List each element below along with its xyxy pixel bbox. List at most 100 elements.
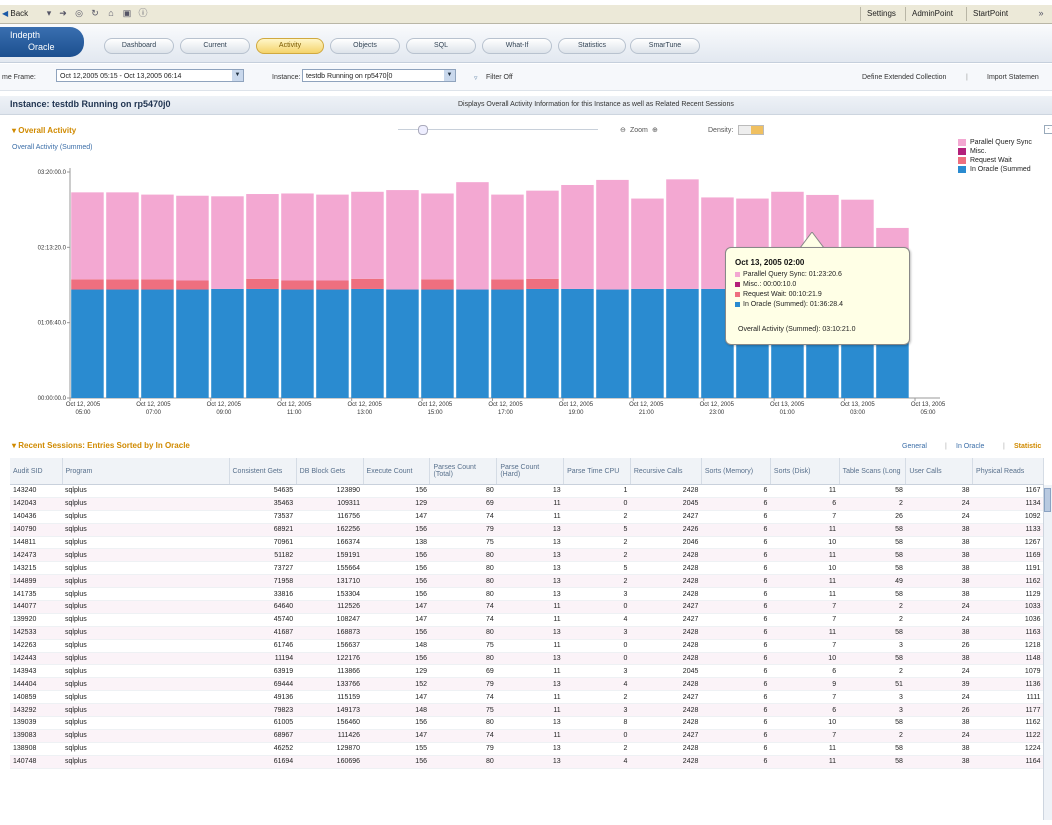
column-header[interactable]: Parse Time CPU: [563, 458, 631, 485]
x-tick-label: Oct 12, 2005 13:00: [347, 402, 382, 416]
table-row[interactable]: 143215 sqlplus 73727 155664 156 80 13 5 2428 6 10 5…: [10, 561, 1044, 576]
refresh-icon[interactable]: ↻: [90, 8, 100, 18]
main-navigation: Indepth Oracle Dashboard Current Activit…: [0, 24, 1052, 63]
admin-point-button[interactable]: AdminPoint: [905, 7, 959, 21]
column-header[interactable]: Table Scans (Long: [839, 458, 907, 485]
column-header[interactable]: Physical Reads: [972, 458, 1044, 485]
save-icon[interactable]: ▣: [122, 8, 132, 18]
bar-segment: [421, 289, 454, 398]
tab-sql[interactable]: SQL: [406, 38, 476, 54]
table-row[interactable]: 142443 sqlplus 11194 122176 156 80 13 0 2428 6 10 5…: [10, 652, 1044, 666]
table-cell: 1134: [972, 497, 1044, 511]
tab-activity[interactable]: Activity: [256, 38, 324, 54]
overall-activity-title[interactable]: ▾ Overall Activity: [12, 126, 76, 135]
table-cell: 2428: [630, 716, 702, 730]
view-general-link[interactable]: General: [902, 443, 927, 450]
table-cell: sqlplus: [62, 523, 229, 537]
forward-icon[interactable]: ➜: [58, 8, 68, 18]
table-row[interactable]: 144077 sqlplus 64640 112526 147 74 11 0 2427 6 7 2 2…: [10, 600, 1044, 614]
column-header[interactable]: Sorts (Memory): [701, 458, 771, 485]
column-header[interactable]: Audit SID: [10, 458, 63, 485]
more-icon[interactable]: »: [1036, 8, 1046, 18]
column-header[interactable]: User Calls: [905, 458, 974, 485]
table-row[interactable]: 139920 sqlplus 45740 108247 147 74 11 4 2427 6 7 2 2…: [10, 613, 1044, 627]
table-cell: 1169: [972, 548, 1044, 563]
table-cell: 58: [839, 536, 906, 550]
time-slider-handle[interactable]: [418, 125, 428, 135]
home-icon[interactable]: ⌂: [106, 8, 116, 18]
instance-select[interactable]: testdb Running on rp5470[0 ▼: [302, 69, 456, 82]
column-header[interactable]: DB Block Gets: [296, 458, 364, 485]
filter-icon[interactable]: ▿: [474, 74, 478, 82]
tab-smartune[interactable]: SmarTune: [630, 38, 700, 54]
table-row[interactable]: 140436 sqlplus 73537 116756 147 74 11 2 2427 6 7 26…: [10, 510, 1044, 524]
table-row[interactable]: 138908 sqlplus 46252 129870 155 79 13 2 2428 6 11 5…: [10, 742, 1044, 756]
help-icon[interactable]: ⓘ: [138, 8, 148, 18]
column-header[interactable]: Parse Count (Hard): [496, 458, 565, 485]
table-cell: 1122: [972, 729, 1044, 743]
table-cell: 2: [839, 613, 906, 627]
start-point-button[interactable]: StartPoint: [966, 7, 1014, 21]
tooltip-row-request-wait: Request Wait: 00:10:21.9: [735, 291, 822, 298]
view-statistics-link[interactable]: Statistic: [1014, 443, 1041, 450]
x-tick-label-date: Oct 12, 2005: [488, 402, 523, 408]
table-cell: 1136: [972, 677, 1044, 692]
table-cell: 144077: [10, 600, 63, 614]
table-cell: 6: [701, 729, 771, 743]
table-row[interactable]: 144811 sqlplus 70961 166374 138 75 13 2 2046 6 10 5…: [10, 536, 1044, 550]
table-cell: 138908: [10, 742, 63, 756]
table-cell: 129: [363, 664, 430, 679]
instance-label: Instance:: [272, 74, 301, 81]
table-row[interactable]: 142533 sqlplus 41687 168873 156 80 13 3 2428 6 11 5…: [10, 626, 1044, 640]
table-row[interactable]: 142263 sqlplus 61746 156637 148 75 11 0 2428 6 7 3 2…: [10, 639, 1044, 653]
column-header[interactable]: Consistent Gets: [229, 458, 297, 485]
density-slider[interactable]: [738, 125, 764, 135]
table-cell: 6: [701, 497, 771, 511]
table-row[interactable]: 144899 sqlplus 71958 131710 156 80 13 2 2428 6 11 4…: [10, 574, 1044, 589]
filter-toggle[interactable]: Filter Off: [486, 74, 513, 81]
table-row[interactable]: 143943 sqlplus 63919 113866 129 69 11 3 2045 6 6 2 2…: [10, 664, 1044, 679]
table-row[interactable]: 143292 sqlplus 79823 149173 148 75 11 3 2428 6 6 3 2…: [10, 703, 1044, 718]
import-statements-link[interactable]: Import Statemen: [987, 74, 1039, 81]
tab-dashboard[interactable]: Dashboard: [104, 38, 174, 54]
table-row[interactable]: 140790 sqlplus 68921 162256 156 79 13 5 2426 6 11 5…: [10, 523, 1044, 537]
tab-objects[interactable]: Objects: [330, 38, 400, 54]
table-cell: 1148: [972, 652, 1044, 666]
settings-button[interactable]: Settings: [860, 7, 902, 21]
table-row[interactable]: 143240 sqlplus 54635 123890 156 80 13 1 2428 6 11 5…: [10, 484, 1044, 498]
column-header[interactable]: Execute Count: [363, 458, 431, 485]
column-header[interactable]: Parses Count (Total): [429, 458, 498, 485]
table-row[interactable]: 141735 sqlplus 33816 153304 156 80 13 3 2428 6 11 5…: [10, 587, 1044, 602]
table-scrollbar[interactable]: [1043, 485, 1052, 820]
zoom-out-icon[interactable]: ⊖: [620, 126, 626, 134]
table-row[interactable]: 140748 sqlplus 61694 160696 156 80 13 4 2428 6 11 5…: [10, 755, 1044, 769]
column-header[interactable]: Program: [62, 458, 230, 485]
table-row[interactable]: 139039 sqlplus 61005 156460 156 80 13 8 2428 6 10 5…: [10, 716, 1044, 730]
tab-current[interactable]: Current: [180, 38, 250, 54]
tab-what-if[interactable]: What-If: [482, 38, 552, 54]
table-cell: 79: [429, 523, 497, 537]
table-cell: 11: [770, 742, 840, 756]
view-in-oracle-link[interactable]: In Oracle: [956, 443, 984, 450]
time-slider-track[interactable]: [398, 129, 598, 130]
zoom-in-icon[interactable]: ⊕: [652, 126, 658, 134]
table-row[interactable]: 144404 sqlplus 69444 133766 152 79 13 4 2428 6 9 51…: [10, 677, 1044, 692]
table-row[interactable]: 139083 sqlplus 68967 111426 147 74 11 0 2427 6 7 2 2…: [10, 729, 1044, 743]
table-row[interactable]: 142043 sqlplus 35463 109311 129 69 11 0 2045 6 6 2 2…: [10, 497, 1044, 511]
back-button[interactable]: ◀ Back: [2, 9, 28, 18]
table-scrollbar-thumb[interactable]: [1044, 488, 1051, 512]
table-cell: 45740: [229, 613, 297, 627]
stop-icon[interactable]: ◎: [74, 8, 84, 18]
time-frame-select[interactable]: Oct 12,2005 05:15 - Oct 13,2005 06:14 ▼: [56, 69, 244, 82]
table-cell: 1224: [972, 742, 1044, 756]
column-header[interactable]: Sorts (Disk): [770, 458, 840, 485]
collapse-icon[interactable]: -: [1044, 125, 1052, 134]
table-row[interactable]: 142473 sqlplus 51182 159191 156 80 13 2 2428 6 11 5…: [10, 548, 1044, 563]
column-header[interactable]: Recursive Calls: [630, 458, 702, 485]
dropdown-arrow-icon[interactable]: ▾: [44, 8, 54, 18]
table-row[interactable]: 140859 sqlplus 49136 115159 147 74 11 2 2427 6 7 3 2…: [10, 690, 1044, 705]
tab-statistics[interactable]: Statistics: [558, 38, 626, 54]
table-cell: 80: [429, 548, 497, 563]
define-extended-collection-link[interactable]: Define Extended Collection: [862, 74, 946, 81]
recent-sessions-title[interactable]: ▾ Recent Sessions: Entries Sorted by In …: [12, 441, 190, 450]
